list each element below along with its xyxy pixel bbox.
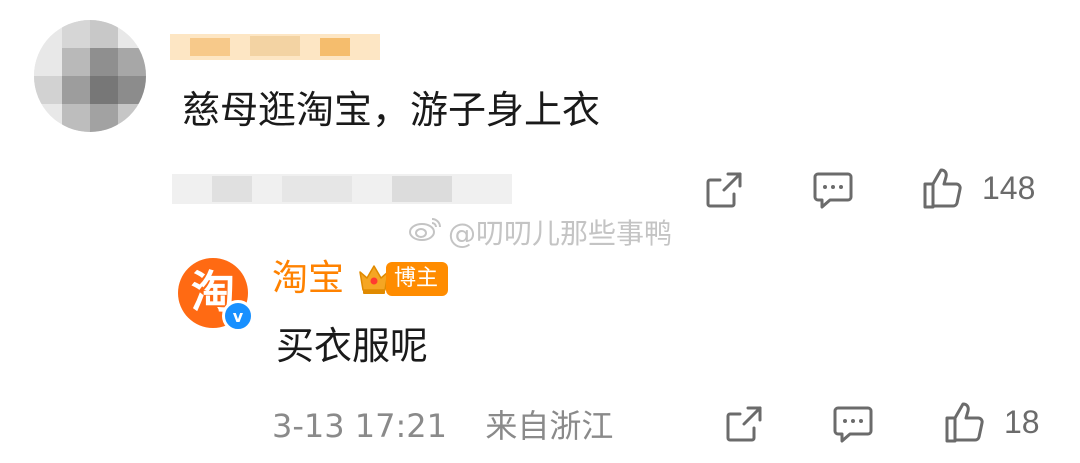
comment-button[interactable] xyxy=(812,170,854,210)
comment-text: 慈母逛淘宝，游子身上衣 xyxy=(182,88,601,132)
reply-author-name[interactable]: 淘宝 xyxy=(272,256,344,302)
blogger-badge: 博主 xyxy=(386,262,449,296)
reply-share-button[interactable] xyxy=(724,404,764,444)
commenter-avatar[interactable] xyxy=(34,20,146,132)
watermark-text: @叨叨儿那些事鸭 xyxy=(448,217,673,250)
reply-source: 来自浙江 xyxy=(485,407,614,445)
thumbs-up-icon xyxy=(944,400,986,444)
watermark: @叨叨儿那些事鸭 xyxy=(408,212,672,252)
reply-like-button[interactable]: 18 xyxy=(944,400,1040,444)
share-button[interactable] xyxy=(704,170,744,210)
reply-comment-button[interactable] xyxy=(832,404,874,444)
reply-timestamp: 3-13 17:21 xyxy=(272,407,448,445)
share-icon xyxy=(704,170,744,210)
reply-meta: 3-13 17:21 来自浙江 xyxy=(272,404,613,448)
like-button[interactable]: 148 xyxy=(922,166,1035,210)
comment-meta-redacted xyxy=(172,172,512,206)
comment-thread: 慈母逛淘宝，游子身上衣 148 @叨叨儿那些事鸭 淘 v 淘宝 博主 买衣服呢 … xyxy=(0,0,1080,463)
thumbs-up-icon xyxy=(922,166,964,210)
comment-icon xyxy=(832,404,874,444)
like-count: 148 xyxy=(982,169,1036,206)
reply-text: 买衣服呢 xyxy=(276,324,429,368)
weibo-icon xyxy=(408,215,442,250)
comment-icon xyxy=(812,170,854,210)
reply-like-count: 18 xyxy=(1004,403,1040,440)
verified-icon: v xyxy=(222,300,254,332)
share-icon xyxy=(724,404,764,444)
commenter-name-redacted[interactable] xyxy=(170,28,380,64)
